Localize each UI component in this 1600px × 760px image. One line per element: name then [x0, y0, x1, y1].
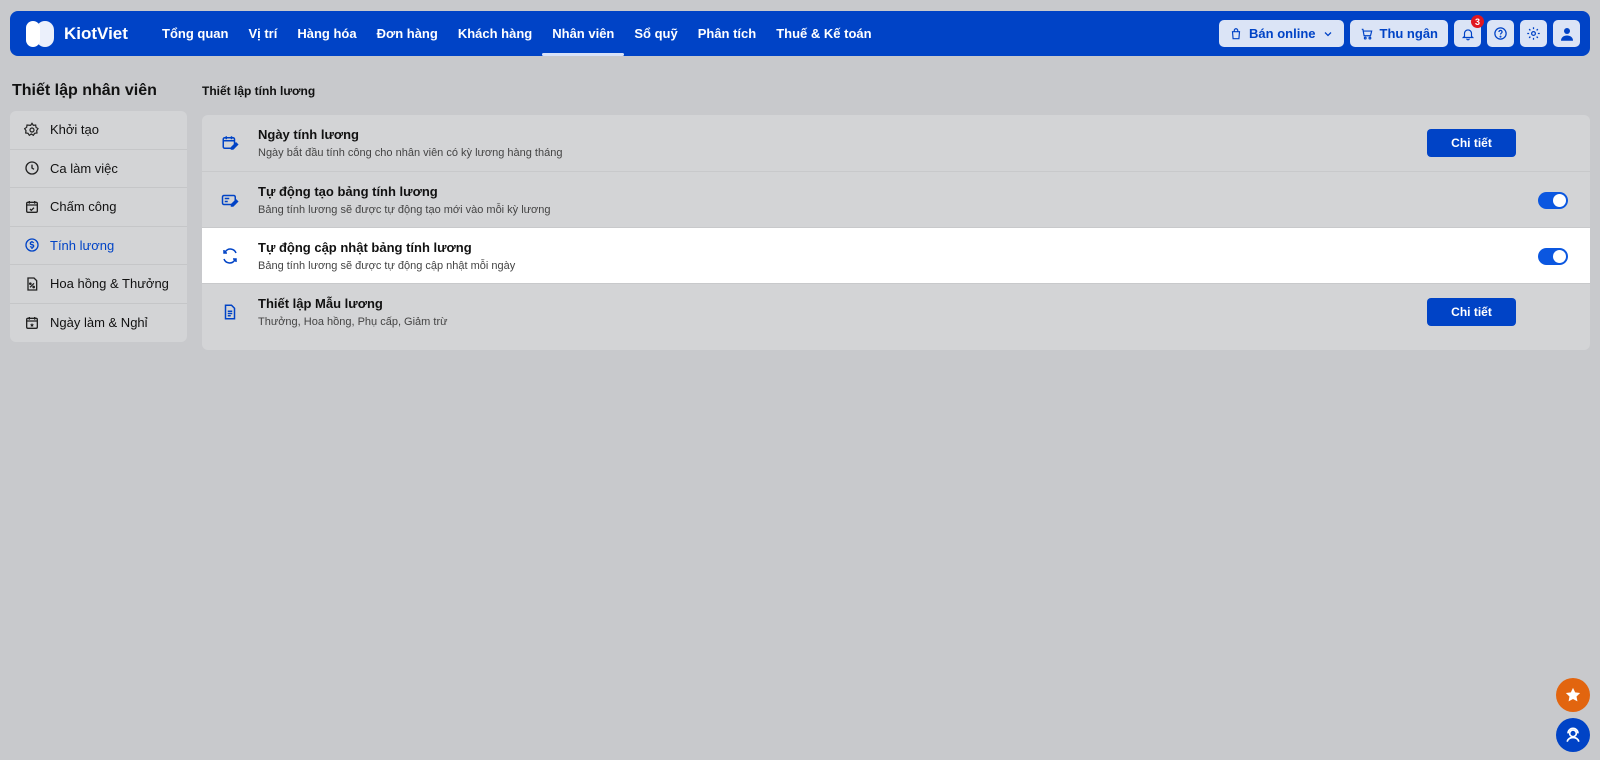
sidebar-item-label: Tính lương — [50, 237, 115, 253]
dollar-circle-icon — [25, 238, 39, 252]
sell-online-button[interactable]: Bán online — [1219, 20, 1344, 47]
nav-item-tax-accounting[interactable]: Thuế & Kế toán — [766, 11, 881, 56]
setting-title: Tự động tạo bảng tính lương — [258, 183, 438, 199]
cart-icon — [1361, 28, 1372, 40]
sidebar-item-label: Khởi tạo — [50, 122, 99, 138]
user-avatar-button[interactable] — [1553, 20, 1580, 47]
setting-row-payroll-date: Ngày tính lương Ngày bắt đầu tính công c… — [202, 115, 1590, 171]
notification-count-badge: 3 — [1471, 15, 1484, 28]
star-icon — [1565, 687, 1581, 702]
gear-icon — [1527, 27, 1540, 40]
setting-title: Thiết lập Mẫu lương — [258, 295, 383, 311]
percent-doc-icon — [27, 277, 38, 291]
nav-item-customers[interactable]: Khách hàng — [448, 11, 542, 56]
main-nav: Tổng quan Vị trí Hàng hóa Đơn hàng Khách… — [152, 11, 882, 56]
online-bag-icon — [1231, 27, 1241, 39]
setting-row-auto-update-payslip: Tự động cập nhật bảng tính lương Bảng tí… — [202, 227, 1590, 283]
sidebar-title: Thiết lập nhân viên — [12, 82, 157, 99]
sidebar-item-label: Ca làm việc — [50, 160, 118, 176]
bell-icon — [1461, 28, 1474, 40]
document-icon — [224, 304, 236, 319]
nav-item-orders[interactable]: Đơn hàng — [367, 11, 448, 56]
kiotviet-logo[interactable]: KiotViet — [24, 19, 152, 49]
setting-row-auto-create-payslip: Tự động tạo bảng tính lương Bảng tính lư… — [202, 171, 1590, 227]
help-button[interactable] — [1487, 20, 1514, 47]
setting-title: Ngày tính lương — [258, 127, 359, 142]
setting-description: Thưởng, Hoa hồng, Phụ cấp, Giảm trừ — [258, 315, 448, 328]
logo-mark-icon — [24, 19, 56, 49]
auto-update-payslip-toggle[interactable] — [1538, 248, 1568, 265]
top-actions: Bán online Thu ngân 3 — [1219, 15, 1580, 47]
sidebar-item-payroll[interactable]: Tính lương — [10, 227, 187, 265]
clock-icon — [25, 161, 39, 175]
page-title: Thiết lập tính lương — [202, 84, 316, 98]
brand-name: KiotViet — [64, 23, 128, 43]
sidebar-item-label: Ngày làm & Nghỉ — [50, 315, 148, 331]
setting-description: Ngày bắt đầu tính công cho nhân viên có … — [258, 147, 563, 159]
avatar-icon — [1560, 27, 1573, 41]
sidebar-item-label: Hoa hồng & Thưởng — [50, 276, 169, 292]
salary-template-detail-button[interactable]: Chi tiết — [1427, 298, 1516, 326]
sidebar-item-setup[interactable]: Khởi tạo — [10, 111, 187, 150]
favorite-fab[interactable] — [1556, 678, 1590, 712]
cashier-label: Thu ngân — [1379, 26, 1439, 41]
cashier-button[interactable]: Thu ngân — [1349, 20, 1448, 47]
setting-description: Bảng tính lương sẽ được tự động cập nhật… — [258, 259, 516, 272]
nav-item-overview[interactable]: Tổng quan — [152, 11, 238, 56]
payroll-settings-panel: Ngày tính lương Ngày bắt đầu tính công c… — [202, 115, 1590, 350]
refresh-icon — [223, 247, 237, 264]
nav-item-location[interactable]: Vị trí — [238, 11, 287, 56]
payroll-date-detail-button[interactable]: Chi tiết — [1427, 129, 1516, 157]
setting-description: Bảng tính lương sẽ được tự động tạo mới … — [258, 203, 551, 216]
auto-create-payslip-toggle[interactable] — [1538, 192, 1568, 209]
sidebar-item-workdays-leave[interactable]: Ngày làm & Nghỉ — [10, 304, 187, 343]
sidebar-item-timekeeping[interactable]: Chấm công — [10, 188, 187, 227]
chevron-down-icon — [1324, 31, 1331, 36]
notifications-button[interactable]: 3 — [1454, 15, 1484, 47]
support-agent-icon — [1566, 727, 1580, 742]
settings-button[interactable] — [1520, 20, 1547, 47]
setting-row-salary-template: Thiết lập Mẫu lương Thưởng, Hoa hồng, Ph… — [202, 283, 1590, 339]
setting-title: Tự động cập nhật bảng tính lương — [258, 239, 472, 255]
sidebar-item-commission-bonus[interactable]: Hoa hồng & Thưởng — [10, 265, 187, 304]
gear-icon — [24, 122, 39, 136]
nav-item-analytics[interactable]: Phân tích — [688, 11, 767, 56]
calendar-star-icon — [26, 316, 38, 329]
sidebar-menu: Khởi tạo Ca làm việc Chấm công Tính lươn… — [10, 111, 187, 342]
calendar-check-icon — [26, 200, 38, 213]
question-circle-icon — [1494, 27, 1507, 40]
nav-item-cashbook[interactable]: Sổ quỹ — [624, 11, 687, 56]
nav-item-products[interactable]: Hàng hóa — [287, 11, 366, 56]
calendar-edit-icon — [222, 136, 239, 150]
sell-online-label: Bán online — [1249, 26, 1316, 41]
support-fab[interactable] — [1556, 718, 1590, 752]
payslip-edit-icon — [221, 194, 239, 207]
top-navigation-bar: KiotViet Tổng quan Vị trí Hàng hóa Đơn h… — [10, 11, 1590, 56]
nav-item-employees[interactable]: Nhân viên — [542, 11, 625, 56]
sidebar-item-label: Chấm công — [50, 199, 117, 215]
sidebar-item-shifts[interactable]: Ca làm việc — [10, 150, 187, 188]
